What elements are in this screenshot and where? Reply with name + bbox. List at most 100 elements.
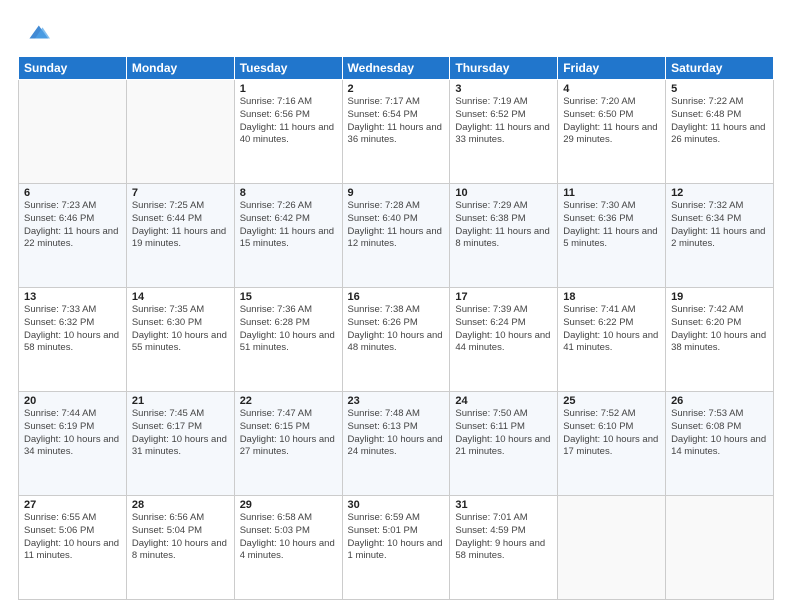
calendar-cell: 26Sunrise: 7:53 AM Sunset: 6:08 PM Dayli… <box>666 392 774 496</box>
day-number: 24 <box>455 395 552 407</box>
logo-icon <box>22 18 50 46</box>
day-number: 29 <box>240 499 337 511</box>
weekday-header-sunday: Sunday <box>19 57 127 80</box>
day-detail: Sunrise: 7:26 AM Sunset: 6:42 PM Dayligh… <box>240 200 337 251</box>
calendar-cell: 8Sunrise: 7:26 AM Sunset: 6:42 PM Daylig… <box>234 184 342 288</box>
calendar-cell: 23Sunrise: 7:48 AM Sunset: 6:13 PM Dayli… <box>342 392 450 496</box>
day-number: 3 <box>455 83 552 95</box>
day-detail: Sunrise: 7:22 AM Sunset: 6:48 PM Dayligh… <box>671 96 768 147</box>
calendar-cell: 28Sunrise: 6:56 AM Sunset: 5:04 PM Dayli… <box>126 496 234 600</box>
day-detail: Sunrise: 7:50 AM Sunset: 6:11 PM Dayligh… <box>455 408 552 459</box>
calendar-cell: 29Sunrise: 6:58 AM Sunset: 5:03 PM Dayli… <box>234 496 342 600</box>
day-number: 23 <box>348 395 445 407</box>
calendar-cell <box>126 80 234 184</box>
weekday-header-friday: Friday <box>558 57 666 80</box>
calendar-cell: 4Sunrise: 7:20 AM Sunset: 6:50 PM Daylig… <box>558 80 666 184</box>
day-detail: Sunrise: 7:48 AM Sunset: 6:13 PM Dayligh… <box>348 408 445 459</box>
weekday-header-thursday: Thursday <box>450 57 558 80</box>
weekday-header-wednesday: Wednesday <box>342 57 450 80</box>
calendar-cell: 7Sunrise: 7:25 AM Sunset: 6:44 PM Daylig… <box>126 184 234 288</box>
calendar-cell: 5Sunrise: 7:22 AM Sunset: 6:48 PM Daylig… <box>666 80 774 184</box>
day-number: 20 <box>24 395 121 407</box>
day-number: 1 <box>240 83 337 95</box>
day-detail: Sunrise: 7:42 AM Sunset: 6:20 PM Dayligh… <box>671 304 768 355</box>
weekday-header-tuesday: Tuesday <box>234 57 342 80</box>
calendar-cell <box>558 496 666 600</box>
calendar-cell: 21Sunrise: 7:45 AM Sunset: 6:17 PM Dayli… <box>126 392 234 496</box>
day-number: 22 <box>240 395 337 407</box>
day-number: 19 <box>671 291 768 303</box>
day-detail: Sunrise: 7:53 AM Sunset: 6:08 PM Dayligh… <box>671 408 768 459</box>
calendar-cell: 24Sunrise: 7:50 AM Sunset: 6:11 PM Dayli… <box>450 392 558 496</box>
day-detail: Sunrise: 7:20 AM Sunset: 6:50 PM Dayligh… <box>563 96 660 147</box>
calendar-cell: 13Sunrise: 7:33 AM Sunset: 6:32 PM Dayli… <box>19 288 127 392</box>
day-number: 18 <box>563 291 660 303</box>
day-detail: Sunrise: 6:58 AM Sunset: 5:03 PM Dayligh… <box>240 512 337 563</box>
calendar-cell: 22Sunrise: 7:47 AM Sunset: 6:15 PM Dayli… <box>234 392 342 496</box>
calendar-cell <box>19 80 127 184</box>
day-number: 14 <box>132 291 229 303</box>
day-number: 9 <box>348 187 445 199</box>
day-number: 30 <box>348 499 445 511</box>
day-detail: Sunrise: 7:52 AM Sunset: 6:10 PM Dayligh… <box>563 408 660 459</box>
calendar-cell: 2Sunrise: 7:17 AM Sunset: 6:54 PM Daylig… <box>342 80 450 184</box>
calendar-cell: 17Sunrise: 7:39 AM Sunset: 6:24 PM Dayli… <box>450 288 558 392</box>
calendar-cell: 31Sunrise: 7:01 AM Sunset: 4:59 PM Dayli… <box>450 496 558 600</box>
weekday-header-saturday: Saturday <box>666 57 774 80</box>
day-detail: Sunrise: 7:28 AM Sunset: 6:40 PM Dayligh… <box>348 200 445 251</box>
calendar-cell: 20Sunrise: 7:44 AM Sunset: 6:19 PM Dayli… <box>19 392 127 496</box>
day-detail: Sunrise: 7:41 AM Sunset: 6:22 PM Dayligh… <box>563 304 660 355</box>
calendar-cell: 19Sunrise: 7:42 AM Sunset: 6:20 PM Dayli… <box>666 288 774 392</box>
day-number: 5 <box>671 83 768 95</box>
day-detail: Sunrise: 7:32 AM Sunset: 6:34 PM Dayligh… <box>671 200 768 251</box>
day-detail: Sunrise: 7:38 AM Sunset: 6:26 PM Dayligh… <box>348 304 445 355</box>
day-number: 7 <box>132 187 229 199</box>
calendar-cell: 9Sunrise: 7:28 AM Sunset: 6:40 PM Daylig… <box>342 184 450 288</box>
day-number: 10 <box>455 187 552 199</box>
day-number: 27 <box>24 499 121 511</box>
day-detail: Sunrise: 6:55 AM Sunset: 5:06 PM Dayligh… <box>24 512 121 563</box>
day-detail: Sunrise: 7:39 AM Sunset: 6:24 PM Dayligh… <box>455 304 552 355</box>
day-detail: Sunrise: 6:56 AM Sunset: 5:04 PM Dayligh… <box>132 512 229 563</box>
logo <box>18 18 50 46</box>
day-number: 21 <box>132 395 229 407</box>
day-detail: Sunrise: 7:33 AM Sunset: 6:32 PM Dayligh… <box>24 304 121 355</box>
calendar: SundayMondayTuesdayWednesdayThursdayFrid… <box>18 56 774 600</box>
calendar-cell: 25Sunrise: 7:52 AM Sunset: 6:10 PM Dayli… <box>558 392 666 496</box>
day-detail: Sunrise: 7:35 AM Sunset: 6:30 PM Dayligh… <box>132 304 229 355</box>
calendar-cell: 15Sunrise: 7:36 AM Sunset: 6:28 PM Dayli… <box>234 288 342 392</box>
day-detail: Sunrise: 7:17 AM Sunset: 6:54 PM Dayligh… <box>348 96 445 147</box>
calendar-cell: 18Sunrise: 7:41 AM Sunset: 6:22 PM Dayli… <box>558 288 666 392</box>
weekday-header-monday: Monday <box>126 57 234 80</box>
day-number: 17 <box>455 291 552 303</box>
day-number: 4 <box>563 83 660 95</box>
day-number: 31 <box>455 499 552 511</box>
day-number: 26 <box>671 395 768 407</box>
calendar-cell: 27Sunrise: 6:55 AM Sunset: 5:06 PM Dayli… <box>19 496 127 600</box>
day-detail: Sunrise: 7:16 AM Sunset: 6:56 PM Dayligh… <box>240 96 337 147</box>
calendar-cell <box>666 496 774 600</box>
calendar-cell: 3Sunrise: 7:19 AM Sunset: 6:52 PM Daylig… <box>450 80 558 184</box>
day-number: 6 <box>24 187 121 199</box>
header <box>18 18 774 46</box>
day-number: 15 <box>240 291 337 303</box>
calendar-cell: 6Sunrise: 7:23 AM Sunset: 6:46 PM Daylig… <box>19 184 127 288</box>
day-number: 12 <box>671 187 768 199</box>
day-detail: Sunrise: 7:29 AM Sunset: 6:38 PM Dayligh… <box>455 200 552 251</box>
day-detail: Sunrise: 7:45 AM Sunset: 6:17 PM Dayligh… <box>132 408 229 459</box>
day-detail: Sunrise: 6:59 AM Sunset: 5:01 PM Dayligh… <box>348 512 445 563</box>
day-number: 28 <box>132 499 229 511</box>
day-number: 2 <box>348 83 445 95</box>
day-number: 11 <box>563 187 660 199</box>
day-detail: Sunrise: 7:25 AM Sunset: 6:44 PM Dayligh… <box>132 200 229 251</box>
calendar-cell: 14Sunrise: 7:35 AM Sunset: 6:30 PM Dayli… <box>126 288 234 392</box>
calendar-cell: 16Sunrise: 7:38 AM Sunset: 6:26 PM Dayli… <box>342 288 450 392</box>
day-detail: Sunrise: 7:47 AM Sunset: 6:15 PM Dayligh… <box>240 408 337 459</box>
day-number: 16 <box>348 291 445 303</box>
calendar-cell: 1Sunrise: 7:16 AM Sunset: 6:56 PM Daylig… <box>234 80 342 184</box>
calendar-cell: 10Sunrise: 7:29 AM Sunset: 6:38 PM Dayli… <box>450 184 558 288</box>
day-number: 25 <box>563 395 660 407</box>
day-detail: Sunrise: 7:44 AM Sunset: 6:19 PM Dayligh… <box>24 408 121 459</box>
day-detail: Sunrise: 7:30 AM Sunset: 6:36 PM Dayligh… <box>563 200 660 251</box>
day-number: 13 <box>24 291 121 303</box>
